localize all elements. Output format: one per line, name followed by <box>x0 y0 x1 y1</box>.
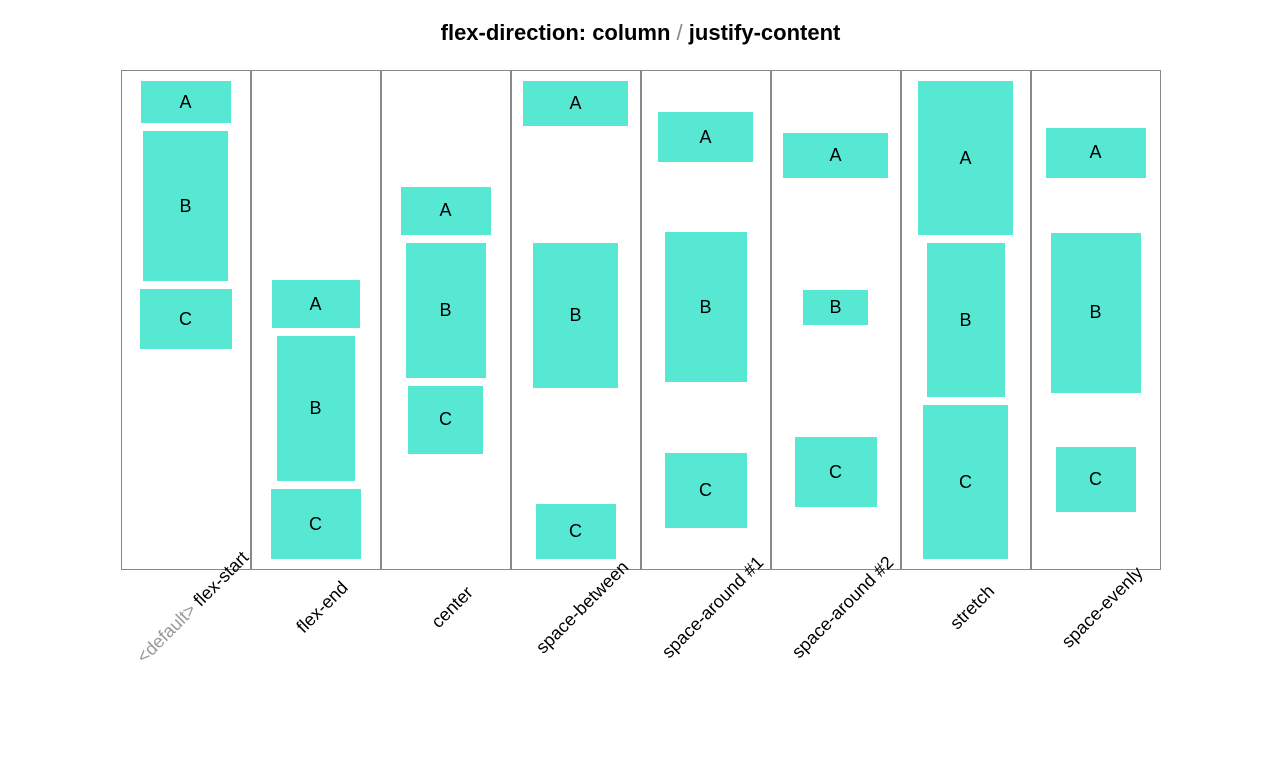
flex-item: C <box>665 453 747 528</box>
flex-item: A <box>783 133 888 178</box>
columns-row: ABC<default> flex-startABCflex-endABCcen… <box>20 70 1261 690</box>
column-wrap: A BCspace-evenly <box>1031 70 1161 690</box>
column-label: space-evenly <box>1058 563 1211 716</box>
flex-item: C <box>140 289 232 349</box>
flex-item: C <box>271 489 361 559</box>
flex-item: C <box>923 405 1008 559</box>
title-right: justify-content <box>689 20 841 45</box>
flex-item: B <box>277 336 355 481</box>
flex-container: ABC <box>251 70 381 570</box>
flex-item: B <box>803 290 868 325</box>
flex-item: C <box>1056 447 1136 512</box>
column-wrap: ABCcenter <box>381 70 511 690</box>
flex-container: ABC <box>381 70 511 570</box>
column-wrap: A B Cspace-between <box>511 70 641 690</box>
flex-item: A <box>523 81 628 126</box>
column-label-text: stretch <box>946 581 998 633</box>
column-wrap: ABC<default> flex-start <box>121 70 251 690</box>
flex-container: A BC <box>641 70 771 570</box>
flex-item: A <box>141 81 231 123</box>
flex-container: A B C <box>771 70 901 570</box>
flex-item: C <box>408 386 483 454</box>
flex-item: B <box>143 131 228 281</box>
flex-container: A BC <box>1031 70 1161 570</box>
flex-item: B <box>927 243 1005 397</box>
column-label-text: space-evenly <box>1058 563 1147 652</box>
flex-item: A <box>272 280 360 328</box>
flex-item: B <box>533 243 618 388</box>
flex-item: A <box>1046 128 1146 178</box>
diagram-title: flex-direction: column / justify-content <box>20 20 1261 46</box>
flex-container: A B C <box>511 70 641 570</box>
title-left: flex-direction: column <box>441 20 671 45</box>
column-wrap: ABCspace-around #1 <box>641 70 771 690</box>
flex-item: A <box>658 112 753 162</box>
flex-container: ABC <box>121 70 251 570</box>
column-label-text: flex-end <box>293 577 352 636</box>
flex-item: B <box>406 243 486 378</box>
flex-container: ABC <box>901 70 1031 570</box>
flex-item: A <box>918 81 1013 235</box>
flex-item: C <box>536 504 616 559</box>
column-label-text: space-between <box>532 557 632 657</box>
title-sep: / <box>677 20 683 45</box>
flex-item: B <box>665 232 747 382</box>
default-tag: <default> <box>133 596 204 667</box>
flex-item: B <box>1051 233 1141 393</box>
column-label-text: center <box>428 582 478 632</box>
flex-item: C <box>795 437 877 507</box>
flex-item: A <box>401 187 491 235</box>
